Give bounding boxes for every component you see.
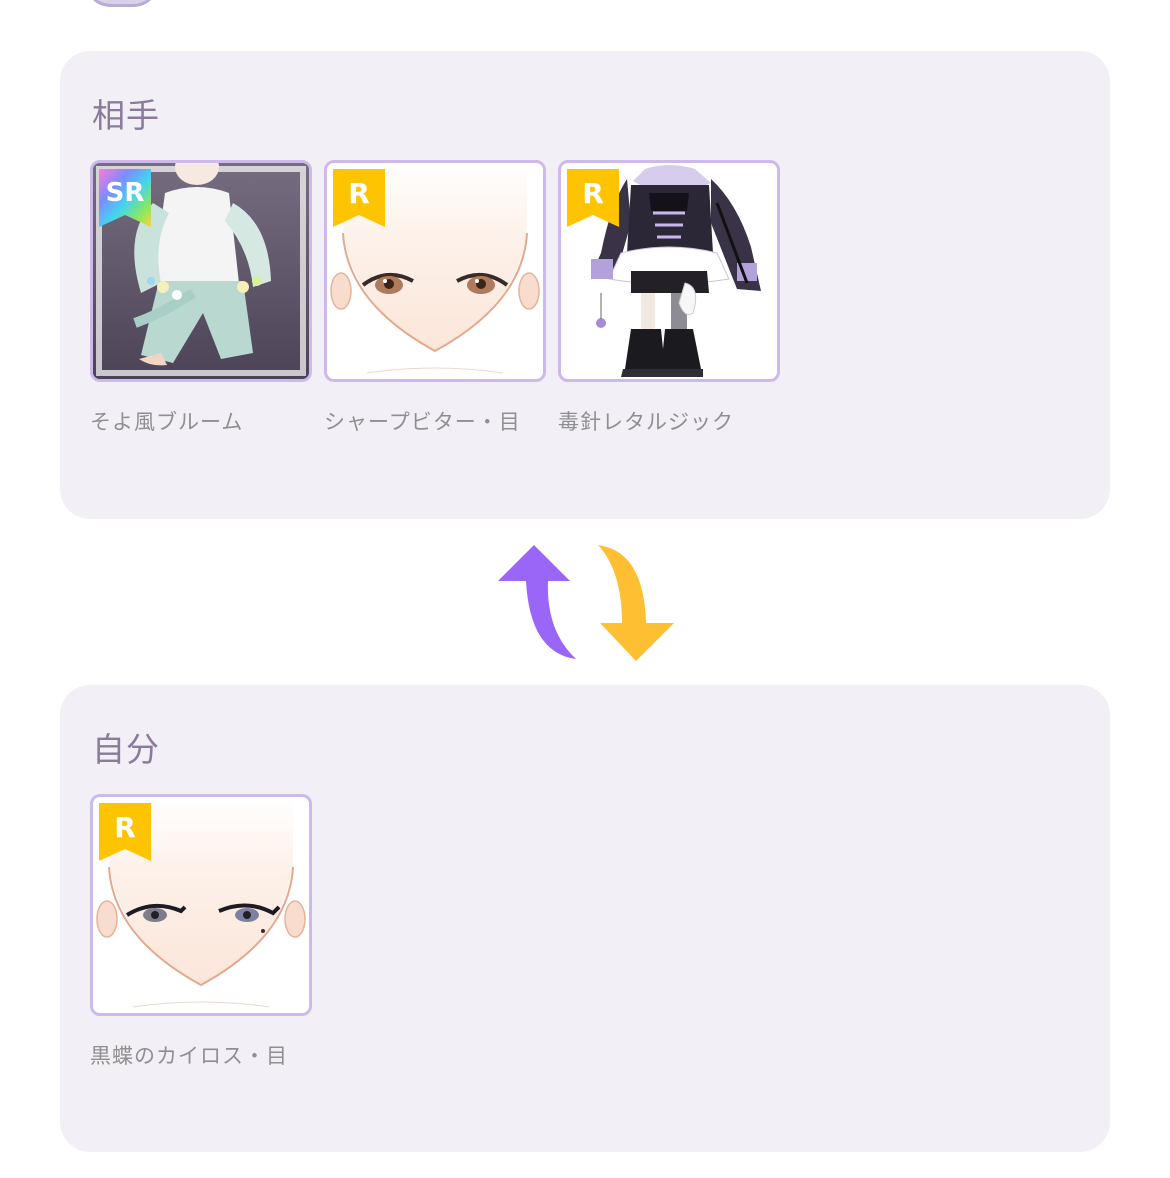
item-card[interactable]: SR そよ風ブルーム [90, 160, 312, 434]
r-rarity-badge-icon: R [567, 169, 619, 227]
item-card[interactable]: R 毒針レタルジック [558, 160, 780, 434]
item-card[interactable]: R シャープビター・目 [324, 160, 546, 434]
partner-panel: 相手 SR そよ風ブルーム R シャープビター・目 R 毒針レタルジック [60, 51, 1110, 519]
item-name: シャープビター・目 [324, 410, 521, 434]
swap-arrows-icon [498, 545, 674, 661]
item-thumbnail[interactable]: R [90, 794, 312, 1016]
sr-rarity-badge-icon: SR [99, 169, 151, 227]
item-name: 黒蝶のカイロス・目 [90, 1044, 288, 1068]
partner-title: 相手 [92, 96, 160, 135]
r-rarity-badge-icon: R [333, 169, 385, 227]
item-card[interactable]: R 黒蝶のカイロス・目 [90, 794, 312, 1068]
svg-text:R: R [114, 811, 136, 844]
svg-text:SR: SR [106, 178, 145, 208]
item-thumbnail[interactable]: R [558, 160, 780, 382]
item-thumbnail[interactable]: R [324, 160, 546, 382]
self-title: 自分 [92, 730, 160, 769]
svg-text:R: R [348, 177, 370, 210]
self-panel: 自分 R 黒蝶のカイロス・目 [60, 685, 1110, 1152]
item-name: そよ風ブルーム [90, 410, 244, 434]
item-thumbnail[interactable]: SR [90, 160, 312, 382]
r-rarity-badge-icon: R [99, 803, 151, 861]
svg-text:R: R [582, 177, 604, 210]
avatar [84, 0, 160, 7]
item-name: 毒針レタルジック [558, 410, 734, 434]
